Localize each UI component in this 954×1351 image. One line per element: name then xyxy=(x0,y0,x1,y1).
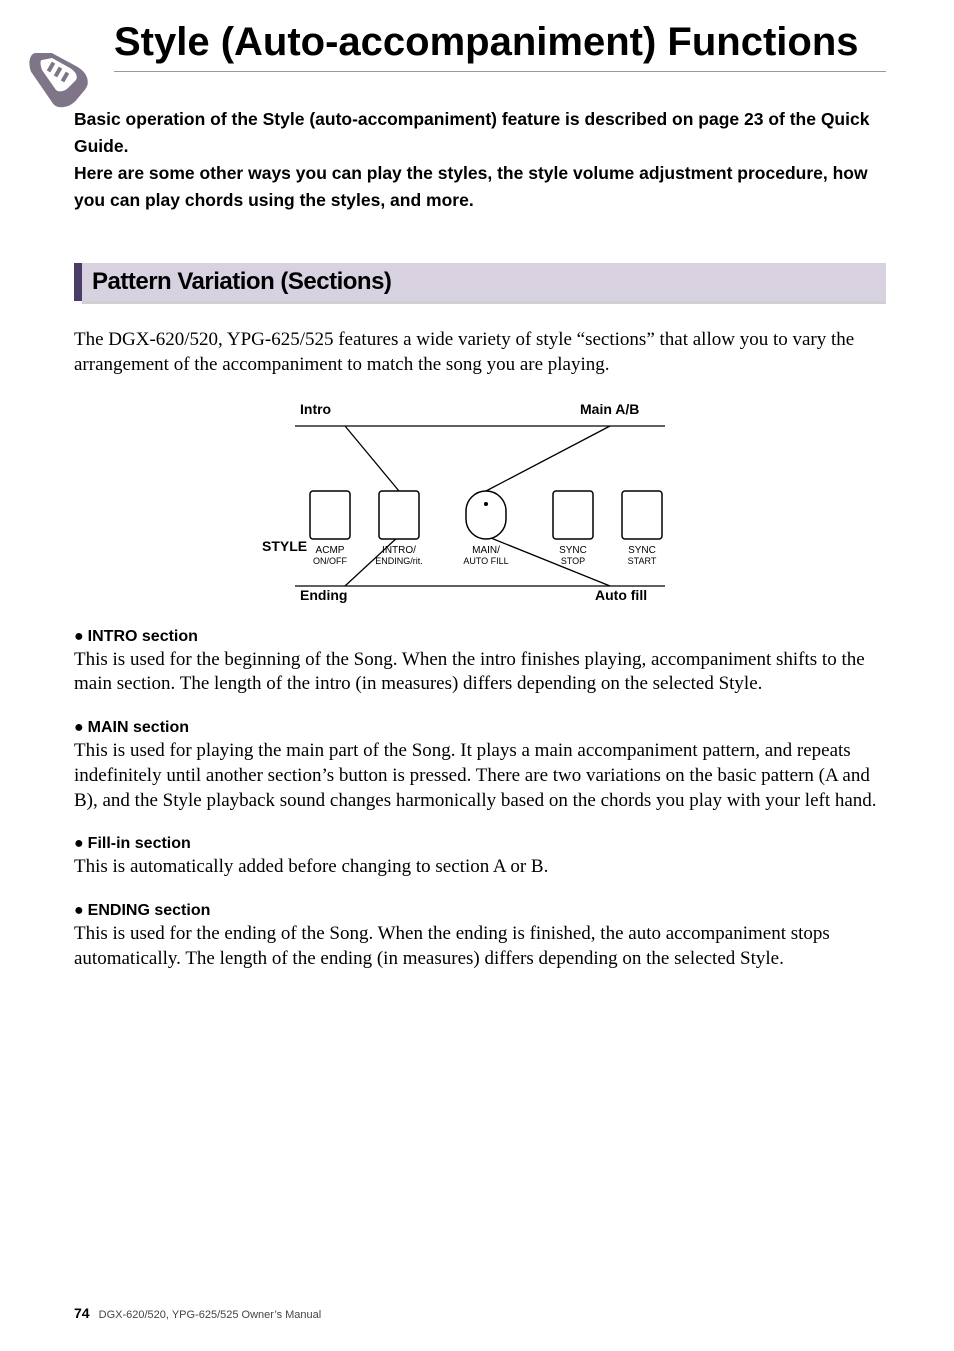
style-sections-diagram: Intro Main A/B Ending Auto fill STYLE AC… xyxy=(74,396,886,606)
subhead-title: Fill-in section xyxy=(88,835,191,852)
footer-text: DGX-620/520, YPG-625/525 Owner’s Manual xyxy=(99,1309,322,1321)
label-main-ab: Main A/B xyxy=(580,401,639,417)
reference-badge: Reference xyxy=(6,14,106,119)
svg-text:ACMP: ACMP xyxy=(316,545,345,556)
svg-text:INTRO/: INTRO/ xyxy=(382,545,416,556)
svg-text:ENDING/rit.: ENDING/rit. xyxy=(375,556,423,566)
subsection-ending: ●ENDING section This is used for the end… xyxy=(74,902,886,971)
bullet-icon: ● xyxy=(74,628,84,645)
subhead-body: This is used for the beginning of the So… xyxy=(74,648,886,697)
svg-text:START: START xyxy=(628,556,657,566)
svg-text:SYNC: SYNC xyxy=(628,545,656,556)
label-ending: Ending xyxy=(300,587,347,603)
page-title: Style (Auto-accompaniment) Functions xyxy=(114,20,886,65)
page-footer: 74 DGX-620/520, YPG-625/525 Owner’s Manu… xyxy=(74,1305,321,1321)
header-row: Style (Auto-accompaniment) Functions xyxy=(114,20,886,72)
subhead-title: INTRO section xyxy=(88,628,198,645)
svg-text:STOP: STOP xyxy=(561,556,585,566)
subsection-fillin: ●Fill-in section This is automatically a… xyxy=(74,835,886,880)
label-intro: Intro xyxy=(300,401,331,417)
intro-text: Basic operation of the Style (auto-accom… xyxy=(74,106,886,215)
subhead-title: MAIN section xyxy=(88,719,189,736)
section-lead-text: The DGX-620/520, YPG-625/525 features a … xyxy=(74,327,886,378)
style-buttons: ACMP ON/OFF INTRO/ ENDING/rit. MAIN/ AUT… xyxy=(310,491,662,566)
subhead-title: ENDING section xyxy=(88,902,211,919)
bullet-icon: ● xyxy=(74,719,84,736)
reference-label: Reference xyxy=(20,14,92,16)
subhead-body: This is used for playing the main part o… xyxy=(74,739,886,813)
svg-text:SYNC: SYNC xyxy=(559,545,587,556)
svg-text:ON/OFF: ON/OFF xyxy=(313,556,347,566)
subhead-body: This is used for the ending of the Song.… xyxy=(74,922,886,971)
subsection-intro: ●INTRO section This is used for the begi… xyxy=(74,628,886,697)
bullet-icon: ● xyxy=(74,902,84,919)
label-auto-fill: Auto fill xyxy=(595,587,647,603)
subsection-main: ●MAIN section This is used for playing t… xyxy=(74,719,886,813)
svg-text:Reference: Reference xyxy=(20,14,92,16)
label-style: STYLE xyxy=(262,538,307,554)
svg-text:AUTO FILL: AUTO FILL xyxy=(463,556,508,566)
svg-text:MAIN/: MAIN/ xyxy=(472,545,500,556)
page-number: 74 xyxy=(74,1305,90,1321)
section-heading: Pattern Variation (Sections) xyxy=(92,268,876,296)
section-heading-bar: Pattern Variation (Sections) xyxy=(74,263,886,301)
subhead-body: This is automatically added before chang… xyxy=(74,855,886,880)
bullet-icon: ● xyxy=(74,835,84,852)
